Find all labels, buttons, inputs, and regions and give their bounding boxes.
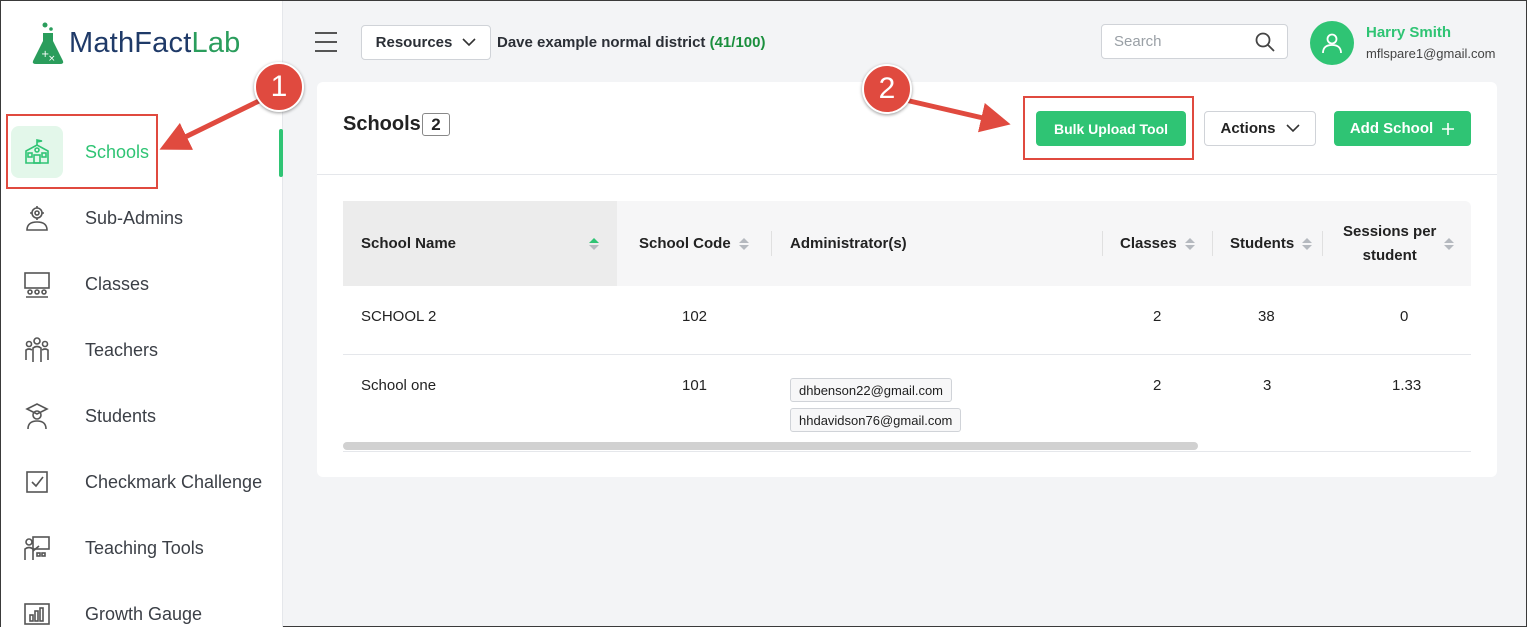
cell-school-name: School one: [361, 377, 437, 394]
menu-hamburger-icon[interactable]: [315, 32, 337, 52]
student-icon: [21, 400, 53, 432]
avatar[interactable]: [1310, 21, 1354, 65]
sidebar-item-sub-admins[interactable]: Sub-Admins: [1, 185, 283, 251]
sidebar-item-label: Checkmark Challenge: [85, 471, 263, 492]
header-label: Administrator(s): [790, 235, 907, 252]
user-email: mflspare1@gmail.com: [1366, 46, 1496, 61]
annotation-callout-2: 2: [862, 64, 912, 114]
annotation-callout-1: 1: [254, 62, 304, 112]
column-header-administrators: Administrator(s): [790, 201, 1090, 286]
teaching-tools-icon: [21, 532, 53, 564]
column-divider: [1322, 231, 1323, 256]
admin-email-chip[interactable]: dhbenson22@gmail.com: [790, 378, 953, 402]
column-header-classes[interactable]: Classes: [1120, 201, 1220, 286]
schools-card: Schools 2 Bulk Upload Tool Actions Add S…: [317, 82, 1497, 477]
actions-dropdown[interactable]: Actions: [1204, 111, 1316, 146]
actions-label: Actions: [1220, 120, 1276, 137]
cell-school-name: SCHOOL 2: [361, 308, 437, 325]
sidebar-item-label: Teachers: [85, 339, 159, 360]
schools-count-badge: 2: [422, 113, 450, 136]
sort-icon[interactable]: [1444, 237, 1455, 250]
sidebar-item-teachers[interactable]: Teachers: [1, 317, 283, 383]
resources-label: Resources: [375, 34, 453, 51]
column-header-school-code[interactable]: School Code: [639, 201, 779, 286]
flask-logo-icon: + ×: [32, 22, 64, 64]
cell-students: 38: [1258, 308, 1275, 325]
column-header-school-name[interactable]: School Name: [343, 201, 617, 286]
svg-text:×: ×: [48, 54, 56, 64]
teachers-icon: [21, 334, 53, 366]
sidebar-item-label: Classes: [85, 273, 150, 294]
classroom-icon: [21, 268, 53, 300]
growth-chart-icon: [21, 598, 53, 627]
header-label: Classes: [1120, 235, 1177, 252]
sidebar-item-growth-gauge[interactable]: Growth Gauge: [1, 581, 283, 627]
resources-dropdown[interactable]: Resources: [361, 25, 491, 60]
annotation-highlight-box: [6, 114, 158, 189]
table-row[interactable]: School one 101 dhbenson22@gmail.com hhda…: [343, 355, 1471, 452]
add-school-label: Add School: [1349, 120, 1434, 137]
sort-icon[interactable]: [738, 237, 749, 250]
sidebar-item-teaching-tools[interactable]: Teaching Tools: [1, 515, 283, 581]
bulk-upload-button[interactable]: Bulk Upload Tool: [1036, 111, 1186, 146]
sidebar-item-label: Growth Gauge: [85, 603, 203, 624]
column-header-sessions-per-student[interactable]: Sessions per student: [1343, 201, 1471, 286]
district-count: (41/100): [709, 34, 766, 51]
district-info: Dave example normal district (41/100): [497, 34, 765, 51]
search-icon[interactable]: [1255, 32, 1275, 52]
sort-icon[interactable]: [1302, 237, 1313, 250]
header-label-line: student: [1362, 246, 1417, 264]
sidebar-item-label: Students: [85, 405, 157, 426]
sidebar-nav: Schools Sub-Admins Classes Teachers Stud…: [1, 119, 283, 627]
column-divider: [1212, 231, 1213, 256]
search-input[interactable]: [1114, 33, 1244, 50]
sort-icon[interactable]: [589, 237, 599, 250]
chevron-down-icon: [1285, 124, 1300, 133]
page-title: Schools: [343, 113, 421, 135]
cell-school-code: 101: [682, 377, 708, 394]
active-indicator: [279, 129, 283, 177]
user-icon: [1322, 33, 1342, 54]
sort-icon[interactable]: [1184, 237, 1195, 250]
plus-icon: [1442, 122, 1455, 135]
column-divider: [771, 231, 772, 256]
logo-text: MathFactLab: [69, 26, 241, 59]
admin-email-chip[interactable]: hhdavidson76@gmail.com: [790, 408, 962, 432]
checkbox-icon: [21, 466, 53, 498]
schools-table: School Name School Code Administrator(s)…: [343, 201, 1471, 461]
add-school-button[interactable]: Add School: [1334, 111, 1471, 146]
header-label: School Name: [361, 235, 457, 252]
cell-school-code: 102: [682, 308, 708, 325]
user-name[interactable]: Harry Smith: [1366, 24, 1451, 41]
header-label: School Code: [639, 235, 731, 252]
sidebar-item-label: Sub-Admins: [85, 207, 184, 228]
sidebar-item-classes[interactable]: Classes: [1, 251, 283, 317]
sidebar-item-checkmark-challenge[interactable]: Checkmark Challenge: [1, 449, 283, 515]
cell-classes: 2: [1153, 377, 1162, 394]
table-row[interactable]: SCHOOL 2 102 2 38 0: [343, 286, 1471, 355]
table-header: School Name School Code Administrator(s)…: [343, 201, 1471, 286]
cell-sessions: 0: [1400, 308, 1409, 325]
district-name: Dave example normal district: [497, 34, 706, 51]
header-label-line: Sessions per: [1343, 222, 1437, 240]
cell-classes: 2: [1153, 308, 1162, 325]
column-divider: [1102, 231, 1103, 256]
header-label: Sessions per student: [1343, 220, 1436, 268]
chevron-down-icon: [462, 38, 476, 47]
header-label: Students: [1230, 235, 1295, 252]
app-logo[interactable]: + × MathFactLab: [31, 21, 240, 65]
sidebar: + × MathFactLab Schools Sub-Admins Class…: [1, 1, 283, 627]
search-box[interactable]: [1101, 24, 1288, 59]
column-header-students[interactable]: Students: [1230, 201, 1330, 286]
admin-gear-icon: [21, 202, 53, 234]
sidebar-item-label: Teaching Tools: [85, 537, 204, 558]
horizontal-scrollbar[interactable]: [343, 442, 1198, 450]
cell-sessions: 1.33: [1392, 377, 1422, 394]
cell-students: 3: [1263, 377, 1272, 394]
sidebar-item-students[interactable]: Students: [1, 383, 283, 449]
